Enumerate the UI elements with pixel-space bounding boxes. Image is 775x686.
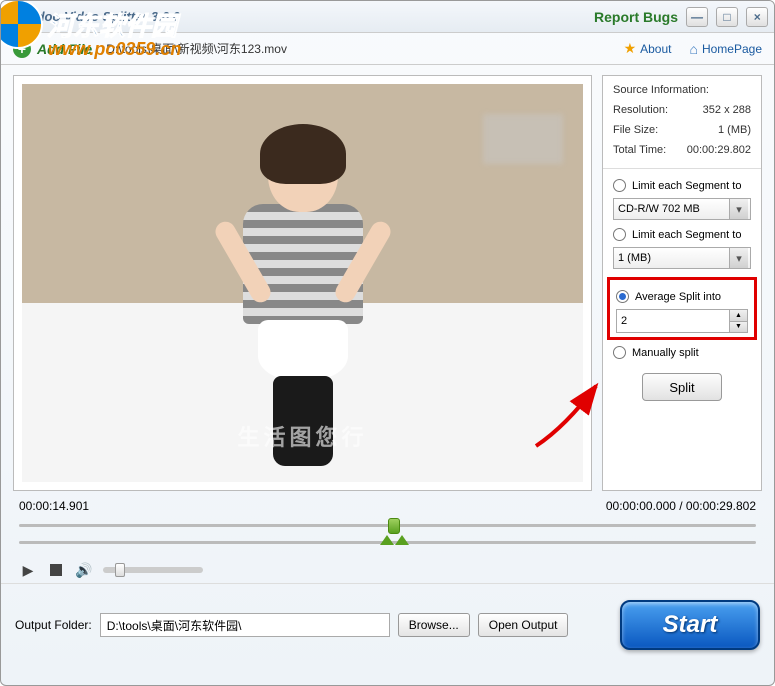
browse-button[interactable]: Browse... <box>398 613 470 637</box>
option-average-split[interactable]: Average Split into <box>616 290 748 303</box>
average-split-label: Average Split into <box>635 291 721 303</box>
stop-button[interactable] <box>47 561 65 579</box>
filesize-value: 1 (MB) <box>718 124 751 136</box>
split-button[interactable]: Split <box>642 373 722 401</box>
about-link[interactable]: ★ About <box>624 40 672 57</box>
option-limit-size[interactable]: Limit each Segment to <box>613 179 751 192</box>
option-limit-mb[interactable]: Limit each Segment to <box>613 228 751 241</box>
manual-split-label: Manually split <box>632 347 699 359</box>
home-icon: ⌂ <box>689 41 697 57</box>
highlight-annotation: Average Split into 2 ▲▼ <box>607 277 757 340</box>
totaltime-label: Total Time: <box>613 144 666 156</box>
video-frame: 生活图您行 <box>22 84 583 482</box>
about-label: About <box>640 42 671 56</box>
play-button[interactable]: ▶ <box>19 561 37 579</box>
report-bugs-link[interactable]: Report Bugs <box>594 9 678 25</box>
add-file-button[interactable]: + Add File <box>13 40 92 58</box>
loaded-file-path: D:\tools\桌面\新视频\河东123.mov <box>106 40 287 57</box>
homepage-link[interactable]: ⌂ HomePage <box>689 40 762 57</box>
add-file-label: Add File <box>37 41 92 57</box>
start-button[interactable]: Start <box>620 600 760 650</box>
titlebar: idoo Video Splitter 3.6.0 Report Bugs — … <box>1 1 774 33</box>
radio-average-split[interactable] <box>616 290 629 303</box>
limit-size-select[interactable]: CD-R/W 702 MB <box>613 198 751 220</box>
app-title: idoo Video Splitter 3.6.0 <box>33 9 180 24</box>
average-split-value: 2 <box>621 315 627 327</box>
video-watermark: 生活图您行 <box>237 420 367 452</box>
spin-down-button[interactable]: ▼ <box>730 322 747 333</box>
radio-limit-size[interactable] <box>613 179 626 192</box>
average-split-input[interactable]: 2 ▲▼ <box>616 309 748 333</box>
volume-thumb[interactable] <box>115 563 125 577</box>
toolbar: + Add File D:\tools\桌面\新视频\河东123.mov ★ A… <box>1 33 774 65</box>
filesize-label: File Size: <box>613 124 658 136</box>
output-folder-label: Output Folder: <box>15 618 92 632</box>
radio-limit-mb[interactable] <box>613 228 626 241</box>
limit-size-label: Limit each Segment to <box>632 180 741 192</box>
timeline-range: 00:00:00.000 / 00:00:29.802 <box>606 499 756 513</box>
close-button[interactable]: × <box>746 7 768 27</box>
options-panel: Source Information: Resolution: 352 x 288… <box>602 75 762 491</box>
spin-up-button[interactable]: ▲ <box>730 310 747 322</box>
totaltime-value: 00:00:29.802 <box>687 144 751 156</box>
timeline-handle[interactable] <box>388 518 400 534</box>
video-content <box>228 132 378 462</box>
plus-icon: + <box>13 40 31 58</box>
star-icon: ★ <box>624 40 637 57</box>
source-info: Source Information: Resolution: 352 x 288… <box>613 84 751 156</box>
minimize-button[interactable]: — <box>686 7 708 27</box>
volume-icon[interactable]: 🔊 <box>75 561 93 579</box>
resolution-label: Resolution: <box>613 104 668 116</box>
option-manual-split[interactable]: Manually split <box>613 346 751 359</box>
resolution-value: 352 x 288 <box>703 104 751 116</box>
radio-manual-split[interactable] <box>613 346 626 359</box>
source-info-header: Source Information: <box>613 84 709 96</box>
range-start-handle[interactable] <box>380 535 394 545</box>
limit-mb-label: Limit each Segment to <box>632 229 741 241</box>
maximize-button[interactable]: □ <box>716 7 738 27</box>
homepage-label: HomePage <box>702 42 762 56</box>
open-output-button[interactable]: Open Output <box>478 613 569 637</box>
limit-mb-select[interactable]: 1 (MB) <box>613 247 751 269</box>
volume-slider[interactable] <box>103 567 203 573</box>
timeline-current: 00:00:14.901 <box>19 499 89 513</box>
output-folder-input[interactable] <box>100 613 390 637</box>
range-slider[interactable] <box>19 539 756 553</box>
app-icon <box>11 9 27 25</box>
range-end-handle[interactable] <box>395 535 409 545</box>
video-preview-panel: 生活图您行 <box>13 75 592 491</box>
timeline-slider[interactable] <box>19 517 756 535</box>
